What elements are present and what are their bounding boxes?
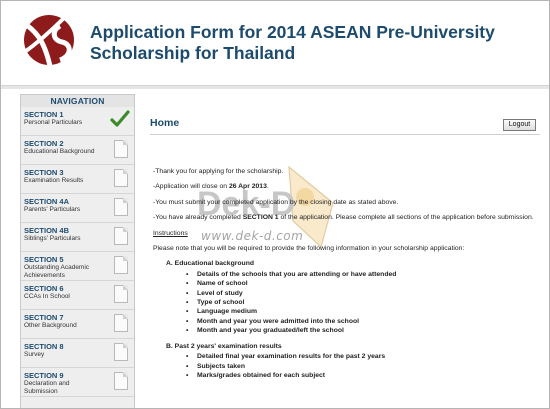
sidebar-item-section-4a[interactable]: SECTION 4A Parents' Particulars: [21, 194, 134, 223]
list-item: Level of study: [186, 289, 538, 299]
header-divider: [1, 85, 549, 89]
instructions-text: Please note that you will be required to…: [153, 245, 465, 253]
sidebar-item-section-7[interactable]: SECTION 7 Other Background: [21, 310, 134, 339]
message-thanks: -Thank you for applying for the scholars…: [153, 168, 284, 175]
sidebar-item-section-3[interactable]: SECTION 3 Examination Results: [21, 165, 134, 194]
message-closing: -Application will close on 26 Apr 2013.: [153, 183, 269, 191]
document-icon: [114, 372, 128, 390]
logout-button[interactable]: Logout: [503, 119, 536, 131]
check-icon: [110, 110, 130, 127]
list-item: Name of school: [186, 279, 538, 289]
list-item: Type of school: [186, 298, 538, 308]
title-line-1: Application Form for 2014 ASEAN Pre-Univ…: [90, 22, 495, 42]
list-item: Subjects taken: [186, 362, 538, 372]
scholarship-logo: [17, 15, 74, 67]
home-content: -Thank you for applying for the scholars…: [153, 167, 538, 381]
page-title: Application Form for 2014 ASEAN Pre-Univ…: [90, 22, 510, 64]
section-a-heading: A. Educational background: [166, 260, 254, 268]
instructions-heading: Instructions: [153, 229, 188, 237]
navigation-sidebar: NAVIGATION SECTION 1 Personal Particular…: [20, 94, 135, 408]
main-divider: [150, 134, 540, 135]
document-icon: [114, 227, 128, 245]
list-item: Month and year you graduated/left the sc…: [186, 326, 538, 336]
list-item: Marks/grades obtained for each subject: [186, 371, 538, 381]
completed-section: SECTION 1: [242, 214, 279, 222]
list-item: Details of the schools that you are atte…: [186, 270, 538, 280]
browser-viewport: Application Form for 2014 ASEAN Pre-Univ…: [0, 0, 550, 409]
sidebar-item-section-4b[interactable]: SECTION 4B Siblings' Particulars: [21, 223, 134, 252]
sidebar-item-section-8[interactable]: SECTION 8 Survey: [21, 339, 134, 368]
list-item: Language medium: [186, 307, 538, 317]
section-a-list: Details of the schools that you are atte…: [186, 270, 538, 336]
message-completed: -You have already completed SECTION 1 of…: [153, 214, 534, 222]
sidebar-item-section-2[interactable]: SECTION 2 Educational Background: [21, 136, 134, 165]
sidebar-item-section-1[interactable]: SECTION 1 Personal Particulars: [21, 107, 134, 136]
document-icon: [114, 314, 128, 332]
list-item: Detailed final year examination results …: [186, 352, 538, 362]
sidebar-item-section-5[interactable]: SECTION 5 Outstanding Academic Achieveme…: [21, 252, 134, 281]
navigation-heading: NAVIGATION: [21, 95, 134, 107]
closing-date: 26 Apr 2013: [228, 183, 267, 191]
document-icon: [114, 140, 128, 158]
section-b-heading: B. Past 2 years' examination results: [166, 342, 282, 350]
title-line-2: Scholarship for Thailand: [90, 43, 296, 63]
document-icon: [114, 169, 128, 187]
document-icon: [114, 256, 128, 274]
message-submit: -You must submit your completed applicat…: [153, 198, 399, 206]
sidebar-item-section-6[interactable]: SECTION 6 CCAs In School: [21, 281, 134, 310]
main-heading: Home: [150, 117, 180, 129]
section-b-list: Detailed final year examination results …: [186, 352, 538, 381]
page-header: Application Form for 2014 ASEAN Pre-Univ…: [2, 2, 549, 85]
document-icon: [114, 343, 128, 361]
document-icon: [114, 285, 128, 303]
sidebar-item-section-9[interactable]: SECTION 9 Declaration and Submission: [21, 368, 134, 397]
document-icon: [114, 198, 128, 216]
list-item: Month and year you were admitted into th…: [186, 317, 538, 327]
